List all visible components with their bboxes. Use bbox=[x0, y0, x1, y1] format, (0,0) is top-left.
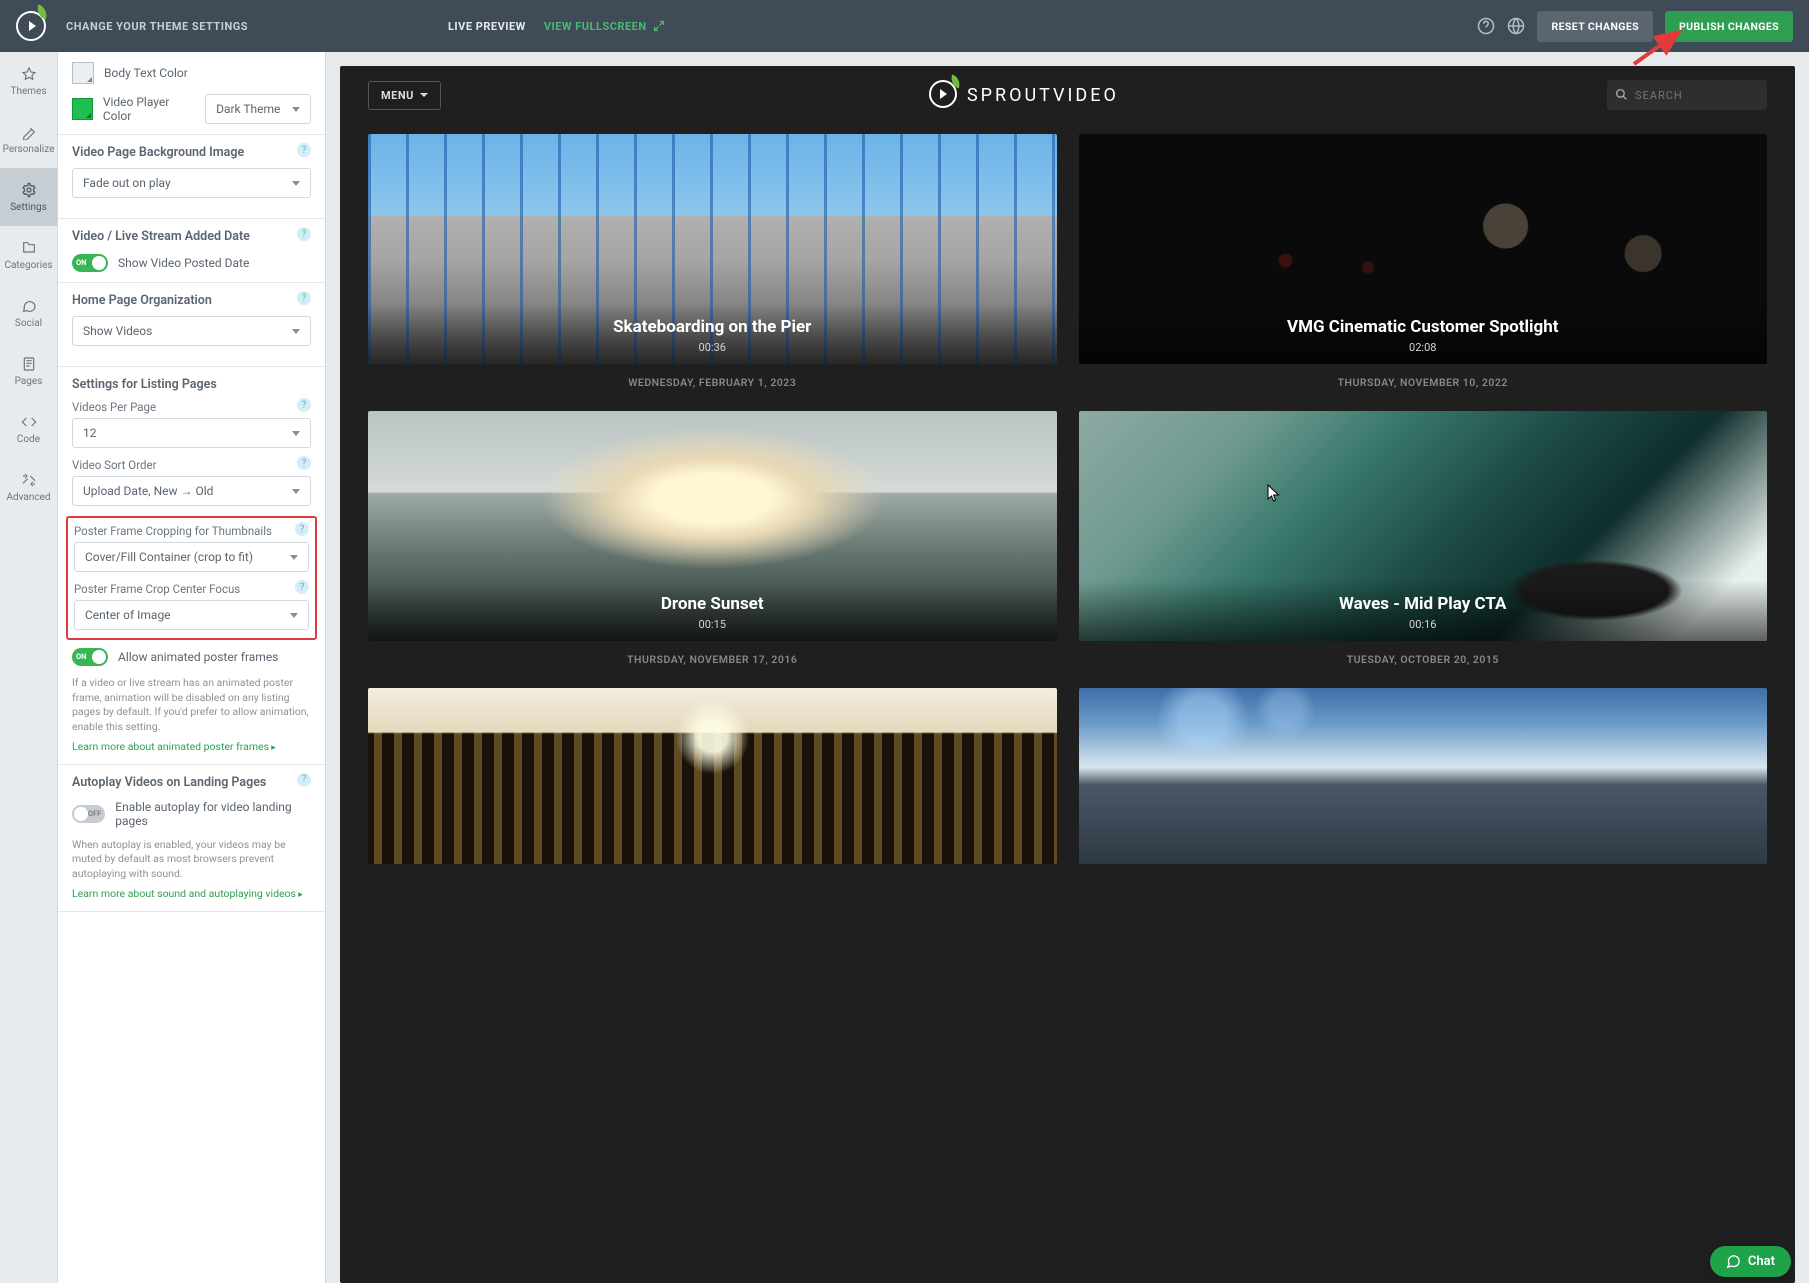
autoplay-learn-more-link[interactable]: Learn more about sound and autoplaying v… bbox=[72, 887, 303, 900]
video-duration: 00:16 bbox=[1089, 618, 1758, 631]
video-card[interactable] bbox=[1079, 688, 1768, 864]
video-title: Drone Sunset bbox=[378, 594, 1047, 614]
video-title: VMG Cinematic Customer Spotlight bbox=[1089, 317, 1758, 337]
help-icon[interactable]: ? bbox=[295, 580, 309, 594]
allow-animated-toggle[interactable]: ON bbox=[72, 648, 108, 666]
help-icon[interactable]: ? bbox=[297, 227, 311, 241]
section-title: Video Page Background Image bbox=[72, 145, 311, 160]
video-page-bg-select[interactable]: Fade out on play bbox=[72, 168, 311, 198]
left-nav-rail: Themes Personalize Settings Categories S… bbox=[0, 52, 58, 1283]
autoplay-help-text: When autoplay is enabled, your videos ma… bbox=[72, 838, 311, 882]
show-posted-date-label: Show Video Posted Date bbox=[118, 256, 249, 270]
help-icon[interactable]: ? bbox=[295, 522, 309, 536]
expand-icon bbox=[653, 20, 665, 32]
preview-area: MENU SPROUTVIDEO bbox=[326, 52, 1809, 1283]
video-title: Skateboarding on the Pier bbox=[378, 317, 1047, 337]
topbar-title: CHANGE YOUR THEME SETTINGS bbox=[66, 20, 248, 33]
video-thumbnail[interactable] bbox=[368, 688, 1057, 864]
nav-pages[interactable]: Pages bbox=[0, 342, 57, 400]
video-player-theme-select[interactable]: Dark Theme bbox=[205, 94, 311, 124]
section-title: Video / Live Stream Added Date bbox=[72, 229, 311, 244]
video-card[interactable]: Drone Sunset 00:15 Thursday, November 17… bbox=[368, 411, 1057, 666]
topbar: CHANGE YOUR THEME SETTINGS LIVE PREVIEW … bbox=[0, 0, 1809, 52]
settings-panel: Body Text Color ? Video Player Color Dar… bbox=[58, 52, 326, 1283]
app-logo[interactable] bbox=[16, 11, 46, 41]
animated-help-text: If a video or live stream has an animate… bbox=[72, 676, 311, 735]
help-icon[interactable]: ? bbox=[297, 291, 311, 305]
video-card[interactable] bbox=[368, 688, 1057, 864]
search-icon bbox=[1615, 88, 1628, 101]
autoplay-toggle[interactable]: OFF bbox=[72, 805, 105, 823]
nav-personalize[interactable]: Personalize bbox=[0, 110, 57, 168]
video-thumbnail[interactable]: Skateboarding on the Pier 00:36 bbox=[368, 134, 1057, 364]
chat-widget[interactable]: Chat bbox=[1710, 1246, 1791, 1277]
live-preview-label: LIVE PREVIEW bbox=[448, 20, 526, 33]
nav-advanced[interactable]: Advanced bbox=[0, 458, 57, 516]
preview-brand-logo[interactable]: SPROUTVIDEO bbox=[929, 80, 1119, 110]
poster-crop-focus-label: Poster Frame Crop Center Focus bbox=[74, 582, 309, 596]
allow-animated-label: Allow animated poster frames bbox=[118, 650, 278, 664]
globe-icon[interactable] bbox=[1507, 17, 1525, 35]
video-duration: 00:36 bbox=[378, 341, 1047, 354]
sort-order-label: Video Sort Order bbox=[72, 458, 311, 472]
video-date: Thursday, November 17, 2016 bbox=[368, 653, 1057, 666]
section-title: Home Page Organization bbox=[72, 293, 311, 308]
help-icon[interactable]: ? bbox=[297, 773, 311, 787]
body-text-color-label: Body Text Color bbox=[104, 66, 188, 80]
search-input[interactable] bbox=[1607, 80, 1767, 110]
video-card[interactable]: Skateboarding on the Pier 00:36 Wednesda… bbox=[368, 134, 1057, 389]
video-thumbnail[interactable]: Drone Sunset 00:15 bbox=[368, 411, 1057, 641]
poster-crop-label: Poster Frame Cropping for Thumbnails bbox=[74, 524, 309, 538]
section-title: Autoplay Videos on Landing Pages bbox=[72, 775, 311, 790]
video-date: Thursday, November 10, 2022 bbox=[1079, 376, 1768, 389]
videos-per-page-label: Videos Per Page bbox=[72, 400, 311, 414]
video-date: Tuesday, October 20, 2015 bbox=[1079, 653, 1768, 666]
video-duration: 02:08 bbox=[1089, 341, 1758, 354]
nav-settings[interactable]: Settings bbox=[0, 168, 57, 226]
nav-social[interactable]: Social bbox=[0, 284, 57, 342]
sort-order-select[interactable]: Upload Date, New → Old bbox=[72, 476, 311, 506]
video-player-color-swatch[interactable] bbox=[72, 98, 93, 120]
video-thumbnail[interactable] bbox=[1079, 688, 1768, 864]
reset-changes-button[interactable]: RESET CHANGES bbox=[1537, 11, 1653, 42]
publish-changes-button[interactable]: PUBLISH CHANGES bbox=[1665, 11, 1793, 42]
nav-categories[interactable]: Categories bbox=[0, 226, 57, 284]
poster-crop-select[interactable]: Cover/Fill Container (crop to fit) bbox=[74, 542, 309, 572]
highlight-box: ? Poster Frame Cropping for Thumbnails C… bbox=[66, 516, 317, 640]
body-text-color-swatch[interactable] bbox=[72, 62, 94, 84]
video-player-color-label: Video Player Color bbox=[103, 95, 195, 123]
show-posted-date-toggle[interactable]: ON bbox=[72, 254, 108, 272]
help-icon[interactable]: ? bbox=[297, 456, 311, 470]
home-org-select[interactable]: Show Videos bbox=[72, 316, 311, 346]
autoplay-label: Enable autoplay for video landing pages bbox=[115, 800, 311, 828]
video-date: Wednesday, February 1, 2023 bbox=[368, 376, 1057, 389]
chat-icon bbox=[1726, 1254, 1741, 1269]
video-card[interactable]: Waves - Mid Play CTA 00:16 Tuesday, Octo… bbox=[1079, 411, 1768, 666]
video-thumbnail[interactable]: VMG Cinematic Customer Spotlight 02:08 bbox=[1079, 134, 1768, 364]
video-title: Waves - Mid Play CTA bbox=[1089, 594, 1758, 614]
video-card[interactable]: VMG Cinematic Customer Spotlight 02:08 T… bbox=[1079, 134, 1768, 389]
preview-header: MENU SPROUTVIDEO bbox=[340, 66, 1795, 124]
poster-crop-focus-select[interactable]: Center of Image bbox=[74, 600, 309, 630]
animated-learn-more-link[interactable]: Learn more about animated poster frames bbox=[72, 740, 276, 753]
nav-code[interactable]: Code bbox=[0, 400, 57, 458]
help-icon[interactable]: ? bbox=[297, 398, 311, 412]
section-title: Settings for Listing Pages bbox=[72, 377, 311, 392]
menu-button[interactable]: MENU bbox=[368, 81, 441, 110]
video-thumbnail[interactable]: Waves - Mid Play CTA 00:16 bbox=[1079, 411, 1768, 641]
help-icon[interactable]: ? bbox=[297, 143, 311, 157]
help-icon[interactable] bbox=[1477, 17, 1495, 35]
view-fullscreen-link[interactable]: VIEW FULLSCREEN bbox=[544, 20, 665, 33]
videos-per-page-select[interactable]: 12 bbox=[72, 418, 311, 448]
nav-themes[interactable]: Themes bbox=[0, 52, 57, 110]
video-duration: 00:15 bbox=[378, 618, 1047, 631]
